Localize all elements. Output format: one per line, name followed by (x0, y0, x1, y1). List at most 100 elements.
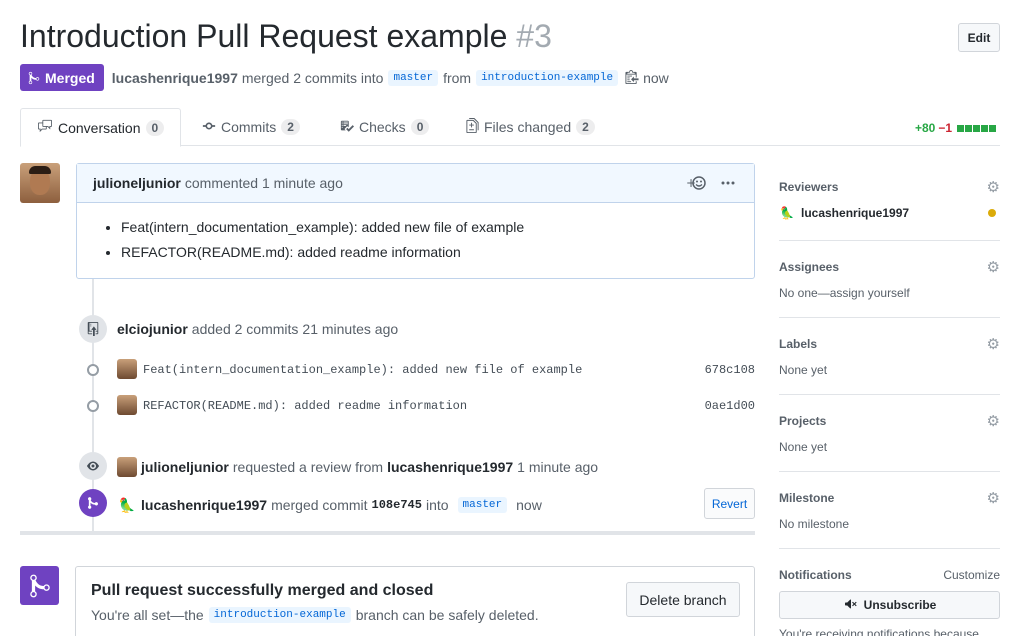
comment-body: Feat(intern_documentation_example): adde… (77, 203, 754, 260)
diffstat-blocks (957, 124, 997, 132)
review-event: julioneljunior requested a review from l… (117, 457, 598, 477)
tab-counter: 2 (281, 119, 300, 135)
diffstat-block (973, 124, 981, 132)
merge-event-time[interactable]: now (516, 497, 542, 513)
notifications-note: You're receiving notifications because (779, 627, 979, 636)
gear-icon[interactable]: ⚙ (987, 178, 1000, 196)
unsubscribe-label: Unsubscribe (863, 598, 937, 612)
comment-discussion-icon (37, 119, 53, 136)
gear-icon[interactable]: ⚙ (987, 335, 1000, 353)
avatar[interactable] (117, 457, 137, 477)
avatar[interactable]: 🦜 (117, 495, 137, 515)
pr-tabs: Conversation 0 Commits 2 Checks 0 Files … (20, 108, 1000, 147)
comment-actions: + (686, 175, 736, 194)
merge-desc-before: You're all set—the (91, 607, 204, 623)
merge-sha[interactable]: 108e745 (372, 498, 422, 512)
merge-desc-after: branch can be safely deleted. (355, 607, 539, 623)
sidebar-heading[interactable]: Assignees (779, 260, 839, 274)
commits-event-text: added 2 commits (191, 321, 299, 337)
sidebar-labels: Labels ⚙ None yet (779, 318, 1000, 395)
merge-status-title: Pull request successfully merged and clo… (91, 582, 434, 599)
assignees-value[interactable]: No one—assign yourself (779, 286, 910, 300)
edit-button[interactable]: Edit (958, 23, 1000, 52)
customize-link[interactable]: Customize (943, 568, 1000, 582)
state-badge: Merged (20, 64, 104, 91)
page-title: Introduction Pull Request example #3 (20, 18, 552, 55)
merge-status-box: Pull request successfully merged and clo… (75, 566, 755, 636)
milestone-value: No milestone (779, 517, 850, 531)
tab-files-changed[interactable]: Files changed 2 (466, 108, 595, 146)
tab-checks[interactable]: Checks 0 (340, 108, 430, 146)
delete-branch-button[interactable]: Delete branch (626, 582, 740, 617)
head-branch[interactable]: introduction-example (476, 69, 619, 86)
diffstat-deletions: −1 (938, 121, 953, 135)
commit-sha[interactable]: 678c108 (705, 363, 755, 377)
merge-event: 🦜 lucashenrique1997 merged commit 108e74… (117, 495, 542, 515)
merge-status-desc: You're all set—the introduction-example … (91, 607, 539, 623)
labels-value: None yet (779, 363, 828, 377)
merge-event-text: merged commit (271, 497, 368, 513)
sidebar-heading[interactable]: Labels (779, 337, 817, 351)
commits-event: elciojunior added 2 commits 21 minutes a… (117, 321, 398, 337)
merge-action-text: merged 2 commits into (241, 69, 384, 86)
diffstat-block (965, 124, 973, 132)
deletable-branch[interactable]: introduction-example (208, 607, 351, 623)
base-branch[interactable]: master (388, 69, 439, 86)
comment-author[interactable]: julioneljunior (93, 175, 181, 191)
kebab-menu-icon[interactable] (720, 175, 736, 194)
commits-event-time[interactable]: 21 minutes ago (302, 321, 398, 337)
pr-number: #3 (516, 18, 552, 54)
list-item: REFACTOR(README.md): added readme inform… (121, 244, 738, 260)
gear-icon[interactable]: ⚙ (987, 412, 1000, 430)
checklist-icon (340, 119, 354, 136)
sidebar-heading[interactable]: Milestone (779, 491, 834, 505)
merge-branch[interactable]: master (457, 497, 508, 513)
sidebar-projects: Projects ⚙ None yet (779, 395, 1000, 472)
merge-time: now (643, 69, 669, 86)
avatar[interactable] (117, 395, 137, 415)
tab-conversation[interactable]: Conversation 0 (20, 108, 182, 147)
sidebar-milestone: Milestone ⚙ No milestone (779, 472, 1000, 549)
tab-label: Checks (359, 119, 406, 135)
comment-action: commented (184, 175, 259, 191)
comment-time[interactable]: 1 minute ago (262, 175, 343, 191)
comment-header: julioneljunior commented 1 minute ago + (77, 164, 754, 203)
tab-counter: 0 (410, 119, 430, 135)
commit-sha[interactable]: 0ae1d00 (705, 399, 755, 413)
merge-author[interactable]: lucashenrique1997 (141, 497, 267, 513)
avatar[interactable] (117, 359, 137, 379)
clippy-icon[interactable] (625, 69, 639, 87)
state-label: Merged (45, 69, 95, 86)
tab-commits[interactable]: Commits 2 (202, 108, 300, 146)
review-event-time[interactable]: 1 minute ago (517, 459, 598, 475)
avatar: 🦜 (779, 205, 795, 221)
git-merge-icon (79, 489, 107, 517)
review-requester[interactable]: julioneljunior (141, 459, 229, 475)
eye-icon (79, 452, 107, 480)
diffstat-block (989, 124, 997, 132)
git-commit-icon (202, 119, 216, 136)
commit-message[interactable]: REFACTOR(README.md): added readme inform… (143, 399, 467, 413)
diffstat-block (981, 124, 989, 132)
gear-icon[interactable]: ⚙ (987, 489, 1000, 507)
git-commit-icon (86, 363, 100, 377)
sidebar-heading[interactable]: Projects (779, 414, 826, 428)
merge-into: into (425, 497, 449, 513)
revert-button[interactable]: Revert (704, 488, 755, 519)
gear-icon[interactable]: ⚙ (987, 258, 1000, 276)
sidebar-heading[interactable]: Reviewers (779, 180, 838, 194)
add-reaction-icon[interactable]: + (686, 175, 706, 194)
commits-author[interactable]: elciojunior (117, 321, 188, 337)
merger-link[interactable]: lucashenrique1997 (112, 70, 238, 86)
tab-label: Files changed (484, 119, 572, 135)
review-reviewer[interactable]: lucashenrique1997 (387, 459, 513, 475)
timeline-end-divider (20, 531, 755, 535)
unsubscribe-button[interactable]: Unsubscribe (779, 591, 1000, 619)
file-diff-icon (466, 118, 479, 136)
reviewer-item[interactable]: 🦜 lucashenrique1997 (779, 205, 909, 221)
pending-review-dot (988, 209, 996, 217)
commit-message[interactable]: Feat(intern_documentation_example): adde… (143, 363, 582, 377)
tab-counter: 2 (576, 119, 595, 135)
commenter-avatar[interactable] (20, 163, 60, 203)
list-item: Feat(intern_documentation_example): adde… (121, 219, 738, 235)
